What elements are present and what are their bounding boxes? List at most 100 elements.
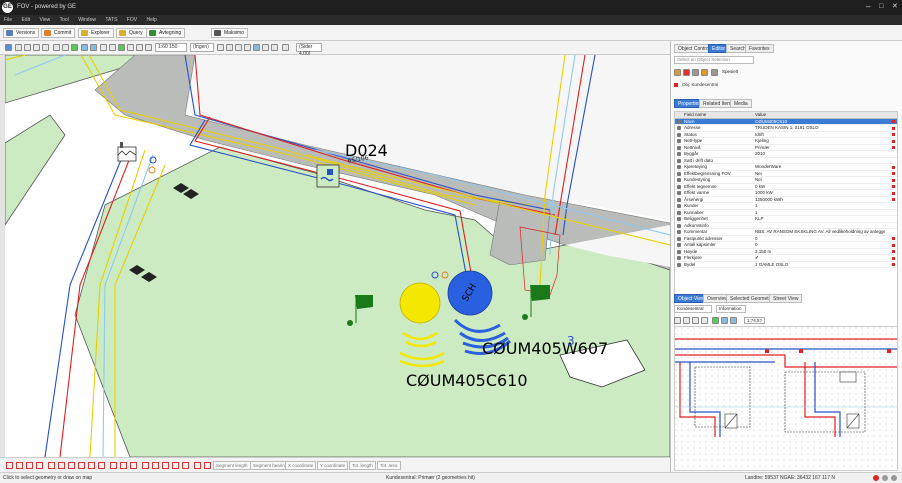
field-value[interactable]: 1000 kW: [755, 190, 885, 196]
field-value[interactable]: 0: [755, 236, 885, 242]
field-value[interactable]: 1250000 kWh: [755, 197, 885, 203]
total-length-button[interactable]: Tot. length: [349, 461, 376, 470]
y-coordinate-button[interactable]: Y coordinate: [317, 461, 349, 470]
zoom-in-icon[interactable]: [24, 44, 31, 51]
status-info-icon[interactable]: [882, 475, 888, 481]
info-icon[interactable]: [136, 44, 143, 51]
rotate-icon[interactable]: [253, 44, 260, 51]
menu-edit[interactable]: Edit: [17, 15, 34, 25]
grid-icon[interactable]: [62, 44, 69, 51]
measure-area-icon[interactable]: [152, 462, 159, 469]
field-value[interactable]: 3,150 m: [755, 249, 885, 255]
detach-icon[interactable]: [204, 462, 211, 469]
maximize-icon[interactable]: □: [879, 3, 883, 11]
field-value[interactable]: Nei: [755, 177, 885, 183]
table-row[interactable]: Bydel 1 GAMLE OSLO: [675, 262, 897, 268]
field-value[interactable]: Nei: [755, 171, 885, 177]
mini-forward-icon[interactable]: [730, 317, 737, 324]
mini-map-svg[interactable]: [675, 327, 898, 471]
field-value[interactable]: TRUDEN KASIN 1, 0191 OSLO: [755, 125, 885, 131]
field-value[interactable]: NBS: AV RANSOM EKSKLING AV. All vedlikeh…: [755, 229, 885, 235]
attach-icon[interactable]: [194, 462, 201, 469]
mini-zoom-out-icon[interactable]: [692, 317, 699, 324]
field-value[interactable]: ✔: [755, 255, 885, 261]
menu-window[interactable]: Window: [74, 15, 100, 25]
copy-geometry-icon[interactable]: [110, 462, 117, 469]
field-value[interactable]: WonderWare: [755, 164, 885, 170]
delete-icon[interactable]: [683, 69, 690, 76]
total-area-button[interactable]: Tot. area: [377, 461, 401, 470]
draw-point-icon[interactable]: [6, 462, 13, 469]
tab-media[interactable]: Media: [730, 99, 752, 108]
field-value[interactable]: CØUM405C610: [755, 119, 885, 125]
pencil-icon[interactable]: [674, 69, 681, 76]
pan-icon[interactable]: [15, 44, 22, 51]
add-icon[interactable]: [692, 69, 699, 76]
print-icon[interactable]: [127, 44, 134, 51]
mini-back-icon[interactable]: [721, 317, 728, 324]
field-value[interactable]: 0: [755, 242, 885, 248]
menu-view[interactable]: View: [35, 15, 54, 25]
extend-icon[interactable]: [162, 462, 169, 469]
field-value[interactable]: KLP: [755, 216, 885, 222]
zoom-extent-icon[interactable]: [42, 44, 49, 51]
draw-polygon-icon[interactable]: [26, 462, 33, 469]
well-symbol[interactable]: [316, 164, 340, 188]
mini-scale-select[interactable]: 1:74,5?: [744, 317, 766, 324]
filter-icon[interactable]: [145, 44, 152, 51]
move-icon[interactable]: [68, 462, 75, 469]
menu-fov[interactable]: FOV: [123, 15, 141, 25]
camera-icon[interactable]: [226, 44, 233, 51]
back-arrow-icon[interactable]: [81, 44, 88, 51]
refresh-icon[interactable]: [71, 44, 78, 51]
menu-file[interactable]: File: [0, 15, 16, 25]
mini-refresh-icon[interactable]: [712, 317, 719, 324]
table-icon[interactable]: [100, 44, 107, 51]
mini-pan-icon[interactable]: [701, 317, 708, 324]
status-error-icon[interactable]: [873, 475, 879, 481]
info-type-select[interactable]: Information: [716, 305, 746, 313]
measure-icon[interactable]: [109, 44, 116, 51]
field-value[interactable]: 1: [755, 203, 885, 209]
field-value[interactable]: Kjøling: [755, 138, 885, 144]
snap-vertex-icon[interactable]: [88, 462, 95, 469]
menu-help[interactable]: Help: [142, 15, 160, 25]
query-button[interactable]: Query: [116, 28, 147, 38]
field-value[interactable]: 1 GAMLE OSLO: [755, 262, 885, 268]
select-tool-icon[interactable]: [5, 44, 12, 51]
srid-select[interactable]: (Sider 4.00): [296, 43, 322, 57]
forward-arrow-icon[interactable]: [90, 44, 97, 51]
object-type-select[interactable]: Kundesentral: [674, 305, 712, 313]
reshape-icon[interactable]: [182, 462, 189, 469]
map-canvas[interactable]: SCH D024 65/106 CØUM405W607 CØUM405C610 …: [5, 55, 670, 457]
field-value[interactable]: Primær: [755, 145, 885, 151]
status-settings-icon[interactable]: [891, 475, 897, 481]
help-icon[interactable]: [711, 69, 718, 76]
lock-icon[interactable]: [217, 44, 224, 51]
commit-button[interactable]: Commit: [41, 28, 76, 38]
mini-map[interactable]: [674, 326, 898, 471]
zoom-out-icon[interactable]: [33, 44, 40, 51]
scale-select[interactable]: 1:60 150: [155, 43, 187, 52]
tab-favorites[interactable]: Favorites: [745, 44, 774, 53]
paste-geometry-icon[interactable]: [120, 462, 127, 469]
trim-icon[interactable]: [172, 462, 179, 469]
rotate-geometry-icon[interactable]: [78, 462, 85, 469]
minimize-icon[interactable]: –: [866, 3, 870, 11]
mini-select-icon[interactable]: [674, 317, 681, 324]
merge-icon[interactable]: [58, 462, 65, 469]
menu-tats[interactable]: TATS: [101, 15, 121, 25]
layer-select[interactable]: (Ingen): [190, 43, 214, 52]
field-value[interactable]: 2010: [755, 151, 885, 157]
link-icon[interactable]: [271, 44, 278, 51]
object-selection-dropdown[interactable]: Select an Object Selection: [674, 56, 754, 64]
info-icon[interactable]: [701, 69, 708, 76]
delete-vertex-icon[interactable]: [98, 462, 105, 469]
field-value[interactable]: Idrift: [755, 132, 885, 138]
draw-icon[interactable]: [235, 44, 242, 51]
draw-line-icon[interactable]: [16, 462, 23, 469]
sync-icon[interactable]: [118, 44, 125, 51]
avtegning-button[interactable]: Avtegning: [146, 28, 186, 38]
versions-button[interactable]: Versions: [3, 28, 40, 38]
maksimo-button[interactable]: Maksimo: [211, 28, 249, 38]
